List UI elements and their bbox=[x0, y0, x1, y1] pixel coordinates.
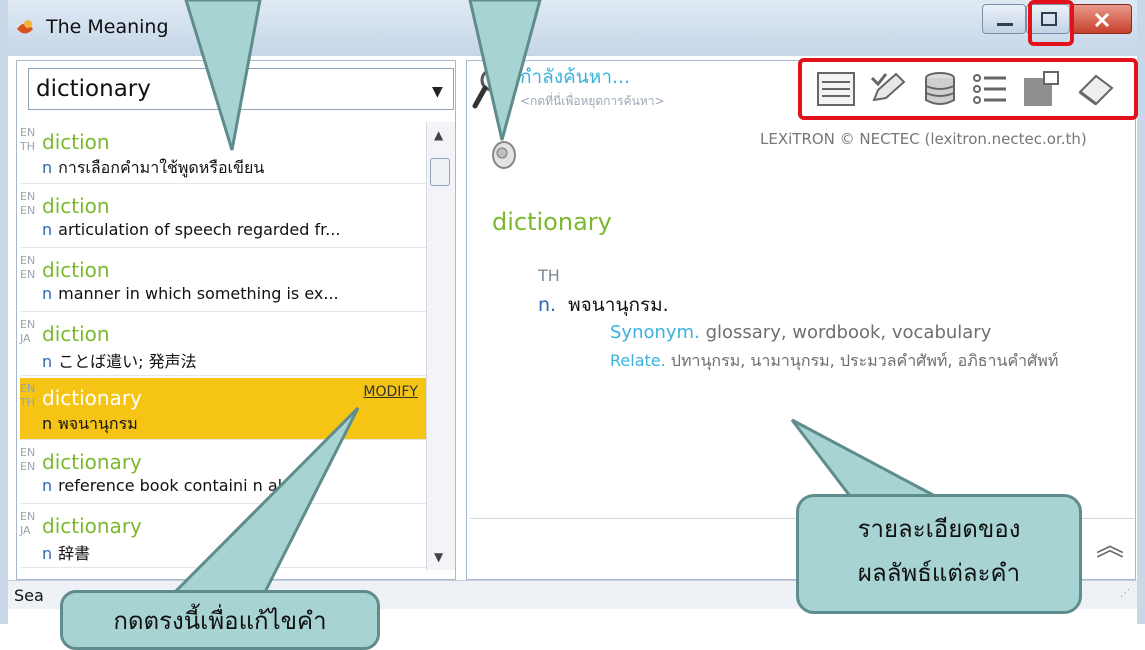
callout-modify: กดตรงนี้เพื่อแก้ไขคำ bbox=[60, 590, 380, 650]
callout-details: รายละเอียดของ ผลลัพธ์แต่ละคำ bbox=[796, 494, 1082, 614]
